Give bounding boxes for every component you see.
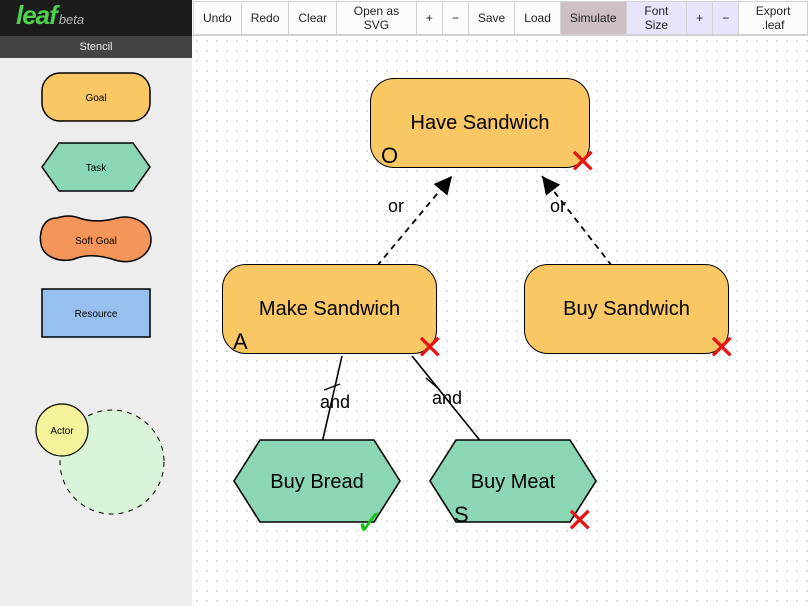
node-annotation-O: O <box>381 143 398 169</box>
clear-button[interactable]: Clear <box>288 1 337 35</box>
zoom-in-button[interactable]: + <box>416 1 443 35</box>
svg-text:Task: Task <box>86 163 108 174</box>
node-label: Buy Sandwich <box>563 298 690 321</box>
softgoal-shape-icon: Soft Goal <box>37 212 155 268</box>
node-label: Have Sandwich <box>411 112 550 135</box>
edge-label-or-left: or <box>388 196 404 217</box>
open-svg-button[interactable]: Open as SVG <box>336 1 417 35</box>
status-ok-icon: ✓ <box>356 506 385 540</box>
resource-shape-icon: Resource <box>41 288 151 338</box>
app-logo-suffix: beta <box>59 12 84 27</box>
load-button[interactable]: Load <box>514 1 561 35</box>
status-fail-icon: ✕ <box>566 504 595 538</box>
node-buy-bread[interactable]: Buy Bread ✓ <box>232 438 402 524</box>
edge-label-and-left: and <box>320 392 350 413</box>
node-annotation-A: A <box>233 329 248 355</box>
status-fail-icon: ✕ <box>569 145 598 179</box>
status-fail-icon: ✕ <box>708 331 737 365</box>
svg-text:Buy Bread: Buy Bread <box>270 471 363 493</box>
node-make-sandwich[interactable]: Make Sandwich A ✕ <box>222 264 437 354</box>
stencil-soft-goal[interactable]: Soft Goal <box>37 212 155 268</box>
svg-text:Actor: Actor <box>50 426 74 437</box>
zoom-out-button[interactable]: − <box>442 1 469 35</box>
status-fail-icon: ✕ <box>416 331 445 365</box>
edge-label-or-right: or <box>550 196 566 217</box>
task-shape-icon: Task <box>41 142 151 192</box>
sidebar-title: Stencil <box>79 41 112 53</box>
save-button[interactable]: Save <box>468 1 515 35</box>
svg-text:Soft Goal: Soft Goal <box>75 236 117 247</box>
stencil-actor[interactable]: Actor <box>26 398 166 518</box>
app-logo-text: leaf <box>16 0 57 31</box>
sidebar: Stencil Goal Task Soft <box>0 36 192 606</box>
logo-bar: leaf beta <box>0 0 192 36</box>
export-leaf-button[interactable]: Export .leaf <box>738 1 808 35</box>
stencil-task[interactable]: Task <box>41 142 151 192</box>
sidebar-title-bar: Stencil <box>0 36 192 58</box>
stencil-palette: Goal Task Soft Goal <box>0 58 192 518</box>
actor-shape-icon: Actor <box>26 398 166 518</box>
node-have-sandwich[interactable]: Have Sandwich O ✕ <box>370 78 590 168</box>
goal-shape-icon: Goal <box>41 72 151 122</box>
font-dec-button[interactable]: − <box>712 1 739 35</box>
simulate-button[interactable]: Simulate <box>560 1 627 35</box>
node-buy-meat[interactable]: Buy Meat S ✕ <box>428 438 598 524</box>
redo-button[interactable]: Redo <box>241 1 290 35</box>
svg-text:Buy Meat: Buy Meat <box>471 471 556 493</box>
stencil-resource[interactable]: Resource <box>41 288 151 338</box>
edge-label-and-right: and <box>432 388 462 409</box>
svg-text:Resource: Resource <box>75 309 118 320</box>
diagram-canvas[interactable]: or or and and Have Sandwich O ✕ Make San… <box>192 36 808 606</box>
toolbar: Undo Redo Clear Open as SVG + − Save Loa… <box>192 0 808 36</box>
stencil-goal[interactable]: Goal <box>41 72 151 122</box>
node-label: Make Sandwich <box>259 298 400 321</box>
node-buy-sandwich[interactable]: Buy Sandwich ✕ <box>524 264 729 354</box>
font-inc-button[interactable]: + <box>686 1 713 35</box>
node-annotation-S: S <box>454 502 469 528</box>
undo-button[interactable]: Undo <box>193 1 242 35</box>
svg-text:Goal: Goal <box>85 93 106 104</box>
font-size-button[interactable]: Font Size <box>626 1 688 35</box>
